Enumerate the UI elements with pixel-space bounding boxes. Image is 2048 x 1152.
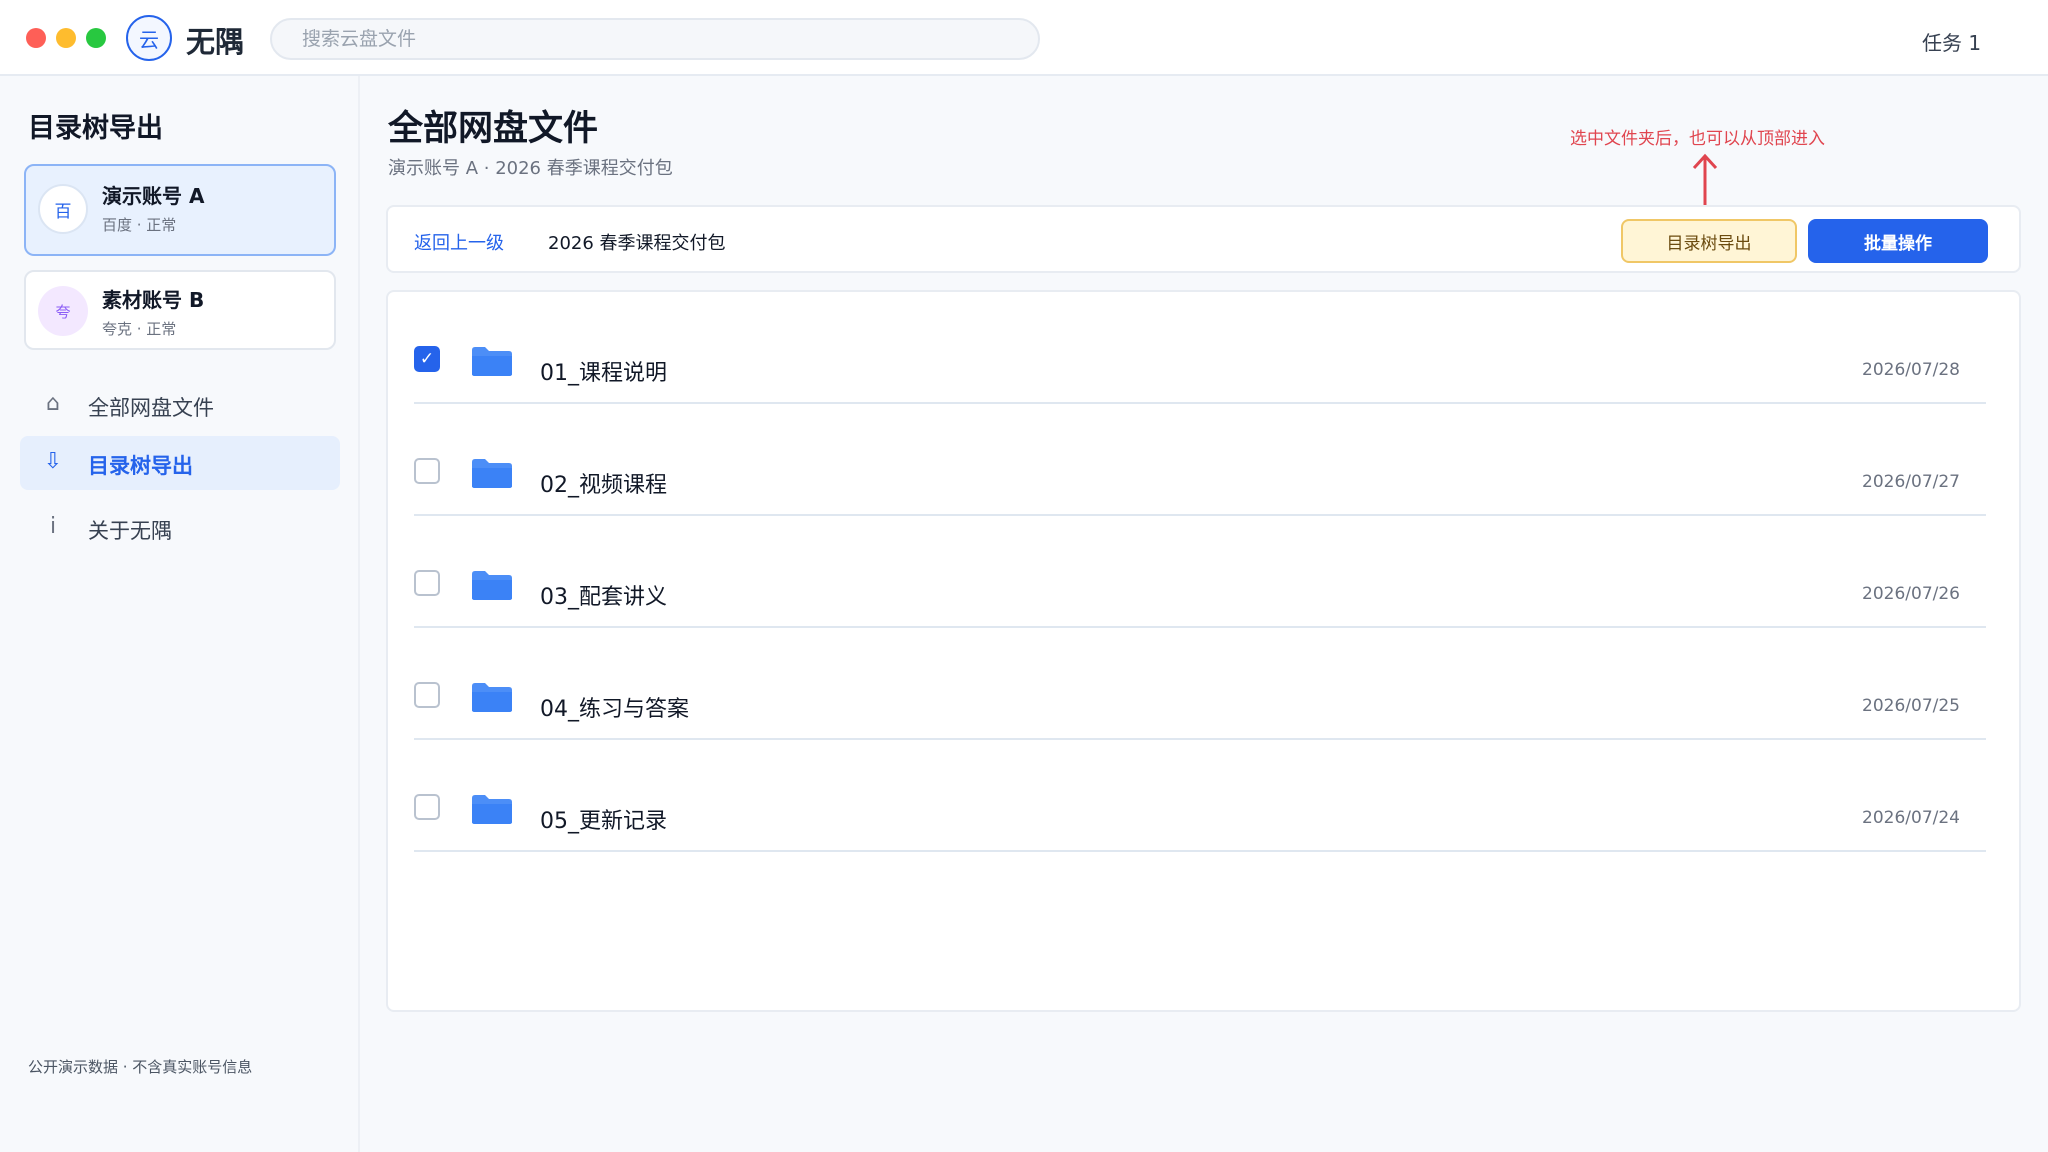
close-window-button[interactable] xyxy=(26,28,46,48)
folder-date: 2026/07/24 xyxy=(1862,808,1960,828)
folder-icon xyxy=(472,347,512,376)
folder-date: 2026/07/25 xyxy=(1862,696,1960,716)
folder-name[interactable]: 02_视频课程 xyxy=(540,467,667,499)
account-card-b[interactable]: 夸 素材账号 B 夸克 · 正常 xyxy=(24,270,336,350)
top-bar: 云 无隅 任务 1 xyxy=(0,0,2048,76)
list-item[interactable]: 04_练习与答案 2026/07/25 xyxy=(414,628,1986,740)
list-item[interactable]: 02_视频课程 2026/07/27 xyxy=(414,404,1986,516)
folder-icon xyxy=(472,459,512,488)
sidebar-item-about[interactable]: i 关于无隅 xyxy=(20,501,340,555)
row-checkbox[interactable]: ✓ xyxy=(414,346,440,372)
sidebar-item-tree-export[interactable]: ⇩ 目录树导出 xyxy=(20,436,340,490)
folder-date: 2026/07/28 xyxy=(1862,360,1960,380)
folder-name[interactable]: 05_更新记录 xyxy=(540,803,667,835)
app-name: 无隅 xyxy=(186,25,245,59)
row-checkbox[interactable] xyxy=(414,570,440,596)
tasks-button[interactable]: 任务 1 xyxy=(1922,27,1981,56)
info-icon: i xyxy=(49,514,57,539)
account-status: 夸克 · 正常 xyxy=(102,320,177,338)
account-name: 素材账号 B xyxy=(102,288,205,312)
folder-icon xyxy=(472,795,512,824)
list-item[interactable]: 05_更新记录 2026/07/24 xyxy=(414,740,1986,852)
folder-name[interactable]: 01_课程说明 xyxy=(540,355,667,387)
folder-icon xyxy=(472,571,512,600)
page-title: 全部网盘文件 xyxy=(388,109,599,149)
file-list: ✓ 01_课程说明 2026/07/28 02_视频课程 2026/07/27 xyxy=(386,290,2021,1012)
row-checkbox[interactable] xyxy=(414,458,440,484)
folder-icon xyxy=(472,683,512,712)
maximize-window-button[interactable] xyxy=(86,28,106,48)
folder-toolbar: 返回上一级 2026 春季课程交付包 目录树导出 批量操作 xyxy=(386,205,2021,273)
sidebar-item-label: 关于无隅 xyxy=(88,519,172,543)
demo-data-note: 公开演示数据 · 不含真实账号信息 xyxy=(28,1058,253,1076)
back-button[interactable]: 返回上一级 xyxy=(414,229,504,255)
row-checkbox[interactable] xyxy=(414,794,440,820)
app-window: 云 无隅 任务 1 目录树导出 百 演示账号 A 百度 · 正常 夸 素材账号 … xyxy=(0,0,2048,1152)
current-folder-label: 2026 春季课程交付包 xyxy=(548,233,726,254)
account-name: 演示账号 A xyxy=(102,184,205,208)
sidebar-item-all-files[interactable]: ⌂ 全部网盘文件 xyxy=(20,378,340,432)
account-avatar: 夸 xyxy=(38,286,88,336)
batch-operation-button[interactable]: 批量操作 xyxy=(1808,219,1988,263)
minimize-window-button[interactable] xyxy=(56,28,76,48)
sidebar-item-label: 全部网盘文件 xyxy=(88,396,214,420)
row-checkbox[interactable] xyxy=(414,682,440,708)
breadcrumb: 演示账号 A · 2026 春季课程交付包 xyxy=(388,158,673,179)
tree-export-button[interactable]: 目录树导出 xyxy=(1621,219,1797,263)
search-input[interactable] xyxy=(270,18,1040,60)
sidebar: 目录树导出 百 演示账号 A 百度 · 正常 夸 素材账号 B 夸克 · 正常 … xyxy=(0,76,360,1152)
cloud-logo-icon: 云 xyxy=(126,15,172,61)
account-avatar: 百 xyxy=(38,184,88,234)
folder-date: 2026/07/26 xyxy=(1862,584,1960,604)
arrow-up-icon xyxy=(1692,153,1718,210)
folder-date: 2026/07/27 xyxy=(1862,472,1960,492)
sidebar-title: 目录树导出 xyxy=(28,113,163,144)
hint-annotation: 选中文件夹后，也可以从顶部进入 xyxy=(1570,129,1825,149)
folder-name[interactable]: 04_练习与答案 xyxy=(540,691,689,723)
checkmark-icon: ✓ xyxy=(419,349,435,369)
account-status: 百度 · 正常 xyxy=(102,216,177,234)
home-icon: ⌂ xyxy=(46,391,60,416)
list-item[interactable]: 03_配套讲义 2026/07/26 xyxy=(414,516,1986,628)
folder-name[interactable]: 03_配套讲义 xyxy=(540,579,667,611)
list-item[interactable]: ✓ 01_课程说明 2026/07/28 xyxy=(414,292,1986,404)
download-icon: ⇩ xyxy=(43,449,63,474)
sidebar-item-label: 目录树导出 xyxy=(88,454,193,478)
account-card-a[interactable]: 百 演示账号 A 百度 · 正常 xyxy=(24,164,336,256)
